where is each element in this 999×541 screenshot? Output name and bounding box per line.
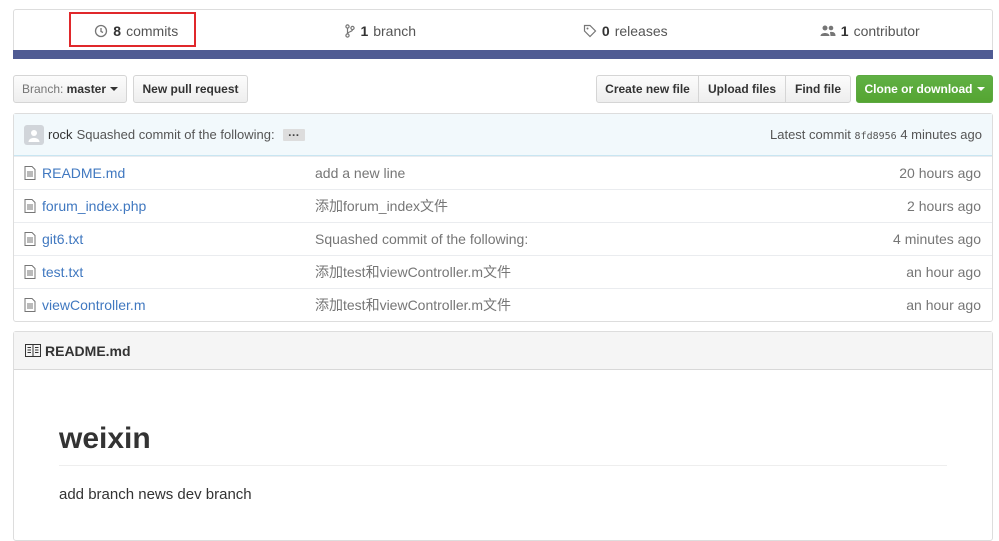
releases-link[interactable]: 0 releases [503, 10, 748, 51]
file-icon [24, 199, 38, 213]
tag-icon [583, 24, 597, 37]
branches-count: 1 [360, 22, 369, 39]
file-row: test.txt 添加test和viewController.m文件 an ho… [14, 255, 992, 288]
file-age: 20 hours ago [899, 165, 981, 181]
file-age: an hour ago [906, 297, 981, 313]
commit-age: 4 minutes ago [900, 127, 982, 142]
file-age: 2 hours ago [907, 198, 981, 214]
file-icon [24, 232, 38, 246]
clone-download-button[interactable]: Clone or download [856, 75, 993, 103]
file-commit-message[interactable]: 添加forum_index文件 [315, 196, 907, 216]
latest-commit-info: Latest commit 8fd8956 4 minutes ago [770, 127, 982, 142]
branches-label: branch [373, 22, 417, 39]
latest-commit-bar: rock Squashed commit of the following: …… [14, 114, 992, 156]
file-commit-message[interactable]: 添加test和viewController.m文件 [315, 262, 906, 282]
highlight-annotation [69, 12, 196, 47]
branch-name: master [66, 82, 107, 96]
releases-label: releases [614, 22, 668, 39]
releases-count: 0 [601, 22, 610, 39]
commit-message[interactable]: Squashed commit of the following: [77, 127, 275, 142]
caret-down-icon [110, 87, 119, 91]
file-list: rock Squashed commit of the following: …… [13, 113, 993, 322]
expand-commit-button[interactable]: … [282, 126, 305, 141]
branch-icon [345, 23, 356, 38]
file-icon [24, 166, 38, 180]
branch-select-button[interactable]: Branch: master [13, 75, 127, 103]
file-row: forum_index.php 添加forum_index文件 2 hours … [14, 189, 992, 222]
caret-down-icon [976, 87, 985, 91]
file-name-link[interactable]: README.md [42, 165, 315, 181]
file-age: an hour ago [906, 264, 981, 280]
commit-author[interactable]: rock [48, 127, 73, 142]
readme-title: README.md [45, 342, 131, 359]
file-age: 4 minutes ago [893, 231, 981, 247]
clone-label: Clone or download [864, 82, 973, 96]
new-pull-request-button[interactable]: New pull request [133, 75, 248, 103]
file-name-link[interactable]: git6.txt [42, 231, 315, 247]
latest-commit-label: Latest commit [770, 127, 851, 142]
readme-header: README.md [14, 332, 992, 370]
contributors-count: 1 [840, 22, 849, 39]
user-avatar-icon [28, 129, 40, 142]
branches-link[interactable]: 1 branch [259, 10, 504, 51]
contributors-label: contributor [853, 22, 920, 39]
file-commit-message[interactable]: 添加test和viewController.m文件 [315, 295, 906, 315]
find-file-button[interactable]: Find file [785, 75, 851, 103]
file-commit-message[interactable]: add a new line [315, 165, 899, 181]
readme-paragraph: add branch news dev branch [59, 486, 252, 503]
contributors-link[interactable]: 1 contributor [748, 10, 993, 51]
commit-sha[interactable]: 8fd8956 [855, 131, 897, 142]
file-name-link[interactable]: forum_index.php [42, 198, 315, 214]
file-icon [24, 265, 38, 279]
file-actions-group: Create new file Upload files Find file [596, 75, 851, 103]
upload-files-button[interactable]: Upload files [698, 75, 786, 103]
people-icon [820, 25, 836, 36]
readme-panel: README.md weixin add branch news dev bra… [13, 331, 993, 541]
file-commit-message[interactable]: Squashed commit of the following: [315, 231, 893, 247]
file-row: git6.txt Squashed commit of the followin… [14, 222, 992, 255]
file-name-link[interactable]: viewController.m [42, 297, 315, 313]
readme-heading: weixin [59, 422, 947, 466]
file-row: README.md add a new line 20 hours ago [14, 156, 992, 189]
language-bar [13, 50, 993, 59]
create-new-file-button[interactable]: Create new file [596, 75, 699, 103]
readme-content: weixin add branch news dev branch [14, 370, 992, 503]
branch-prefix: Branch: [21, 82, 64, 96]
avatar[interactable] [24, 124, 44, 145]
file-row: viewController.m 添加test和viewController.m… [14, 288, 992, 321]
file-name-link[interactable]: test.txt [42, 264, 315, 280]
book-icon [25, 344, 41, 357]
file-icon [24, 298, 38, 312]
